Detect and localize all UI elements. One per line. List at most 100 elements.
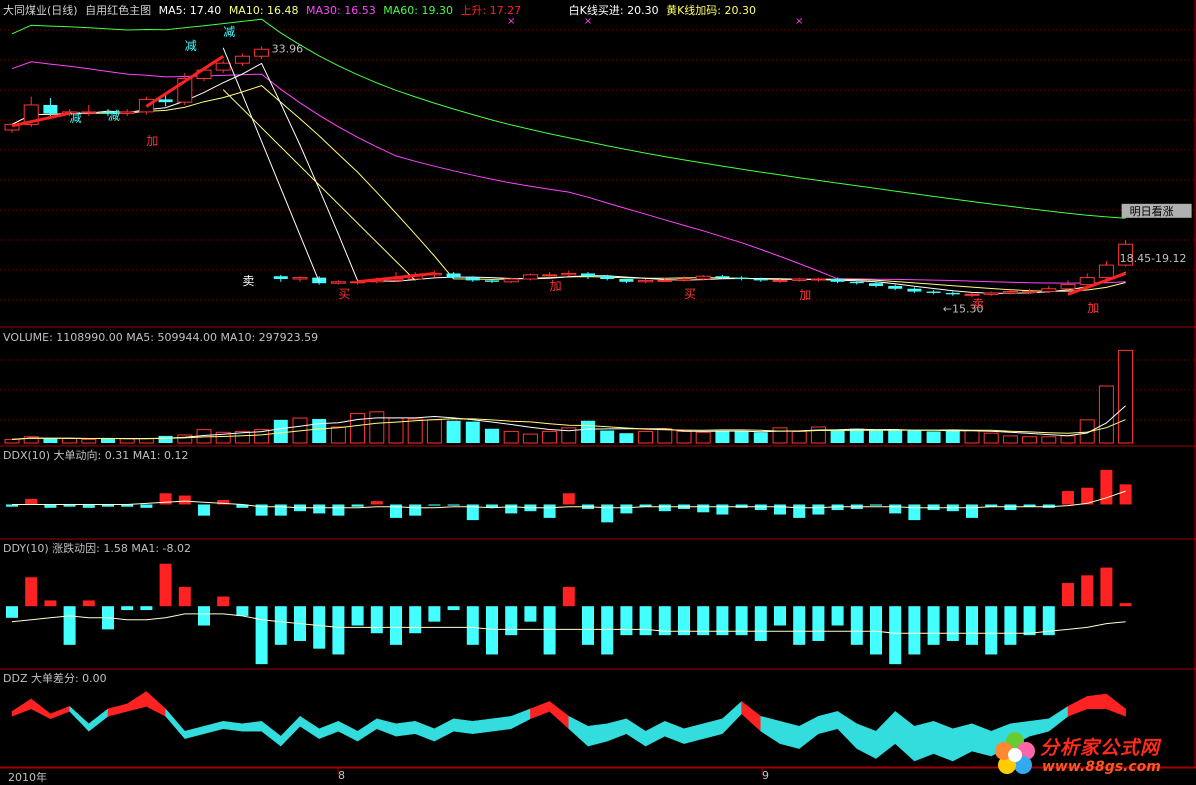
- candle-body: [945, 292, 960, 295]
- volume-bar: [676, 430, 692, 444]
- signal-add-label: 加: [799, 288, 811, 302]
- volume-bar: [619, 433, 634, 443]
- ddz-band-segment: [606, 718, 627, 742]
- ddx-bar: [178, 495, 191, 505]
- ma10-value: MA10: 16.48: [228, 4, 299, 17]
- ddz-band-segment: [933, 720, 954, 762]
- ddz-band-segment: [702, 718, 723, 739]
- ddz-band-segment: [184, 725, 205, 739]
- ddx-panel-header: DDX(10) 大单动向: 0.31 MA1: 0.12: [3, 449, 189, 462]
- candle-body: [1041, 288, 1057, 293]
- volume-panel-header: VOLUME: 1108990.00 MA5: 509944.00 MA10: …: [3, 331, 319, 344]
- ddx-bar: [274, 504, 287, 516]
- ddz-band-segment: [894, 710, 915, 762]
- signal-reduce-label: 减: [70, 111, 82, 125]
- candle-body: [772, 279, 788, 282]
- volume-bar: [485, 428, 499, 443]
- ddy-bar: [25, 577, 38, 607]
- candle-body: [81, 111, 97, 114]
- candle-body: [926, 291, 941, 293]
- ddy-bar: [390, 606, 402, 645]
- ddy-bar: [63, 606, 76, 645]
- logo-title: 分析家公式网: [1040, 737, 1161, 759]
- ddx-bar: [198, 504, 210, 516]
- volume-bar: [62, 438, 78, 444]
- candle-body: [849, 281, 864, 284]
- volume-bar: [542, 430, 558, 444]
- ddz-band-segment: [50, 705, 70, 720]
- ddy-bar: [793, 606, 806, 645]
- volume-bar: [177, 434, 193, 444]
- ddz-band-segment: [760, 715, 781, 745]
- ddx-bar: [428, 504, 441, 506]
- volume-bar: [522, 433, 538, 444]
- ddz-band-segment: [222, 720, 243, 732]
- candle-body: [1079, 277, 1095, 286]
- candle-body: [465, 277, 480, 281]
- volume-bar: [888, 430, 903, 443]
- volume-bar: [503, 430, 519, 444]
- ddx-bar: [620, 504, 633, 514]
- ddz-band-segment: [952, 723, 973, 762]
- ddy-bar: [543, 606, 556, 655]
- ddx-bar: [793, 504, 806, 518]
- volume-bar: [369, 411, 385, 444]
- volume-bar: [810, 426, 826, 444]
- candle-body: [1098, 264, 1114, 279]
- ddy-bar: [1081, 575, 1094, 607]
- x-axis-label-sep: 9: [762, 769, 769, 782]
- candle-body: [522, 274, 538, 280]
- candle-body: [657, 279, 673, 282]
- x-axis-label-year: 2010年: [8, 771, 47, 784]
- stock-chart[interactable]: 33.96←15.3018.45-19.12明日看涨加加加加减减减 减买 买卖卖× ×…: [0, 0, 1196, 785]
- ddz-band-segment: [126, 690, 147, 712]
- ddx-bar: [927, 504, 940, 511]
- signal-reduce-label: 减: [185, 39, 197, 53]
- volume-bar: [734, 431, 749, 443]
- ddy-panel-header: DDY(10) 涨跌动因: 1.58 MA1: -8.02: [3, 542, 192, 555]
- ddx-bar: [25, 498, 38, 505]
- ma30-value: MA30: 16.53: [306, 4, 376, 17]
- ddz-band-segment: [376, 718, 397, 737]
- volume-bar: [869, 430, 883, 443]
- candle-body: [638, 279, 654, 283]
- ddx-bar: [562, 493, 575, 505]
- volume-bar: [1022, 436, 1038, 444]
- ddz-band-segment: [434, 718, 454, 742]
- ddx-bar: [370, 501, 383, 505]
- ddx-bar: [505, 504, 518, 514]
- ddz-band-segment: [280, 715, 301, 747]
- volume-bar: [772, 427, 788, 444]
- ddz-band-segment: [587, 723, 608, 747]
- ma5-value: MA5: 17.40: [158, 4, 222, 17]
- ddx-bar: [351, 504, 364, 507]
- ddy-bar: [524, 606, 537, 622]
- ddx-bar: [1004, 504, 1017, 511]
- volume-bar: [446, 420, 461, 443]
- volume-bar: [465, 421, 480, 443]
- ddx-bar: [1062, 491, 1074, 505]
- candle-body: [888, 285, 903, 289]
- volume-bar: [138, 438, 154, 444]
- volume-bar: [350, 413, 366, 444]
- ddx-bar: [313, 504, 326, 514]
- ddy-bar: [178, 586, 191, 607]
- candle-body: [503, 278, 519, 283]
- volume-bar: [330, 426, 346, 444]
- ddz-band-segment: [664, 720, 685, 745]
- candle-body: [964, 293, 980, 296]
- candle-body: [234, 55, 250, 64]
- ddz-band-segment: [1106, 693, 1126, 717]
- candle-body: [983, 292, 999, 295]
- ddy-bar: [1100, 567, 1113, 607]
- ddy-bar: [946, 606, 959, 641]
- ddy-bar: [639, 606, 652, 636]
- volume-bar: [715, 431, 730, 443]
- ddz-band-segment: [779, 720, 800, 749]
- candle-body: [753, 279, 768, 281]
- candle-body: [215, 62, 231, 71]
- ddx-bar: [889, 504, 902, 514]
- volume-bar: [907, 430, 922, 443]
- ddy-bar: [812, 606, 825, 641]
- ddz-band-segment: [472, 718, 493, 734]
